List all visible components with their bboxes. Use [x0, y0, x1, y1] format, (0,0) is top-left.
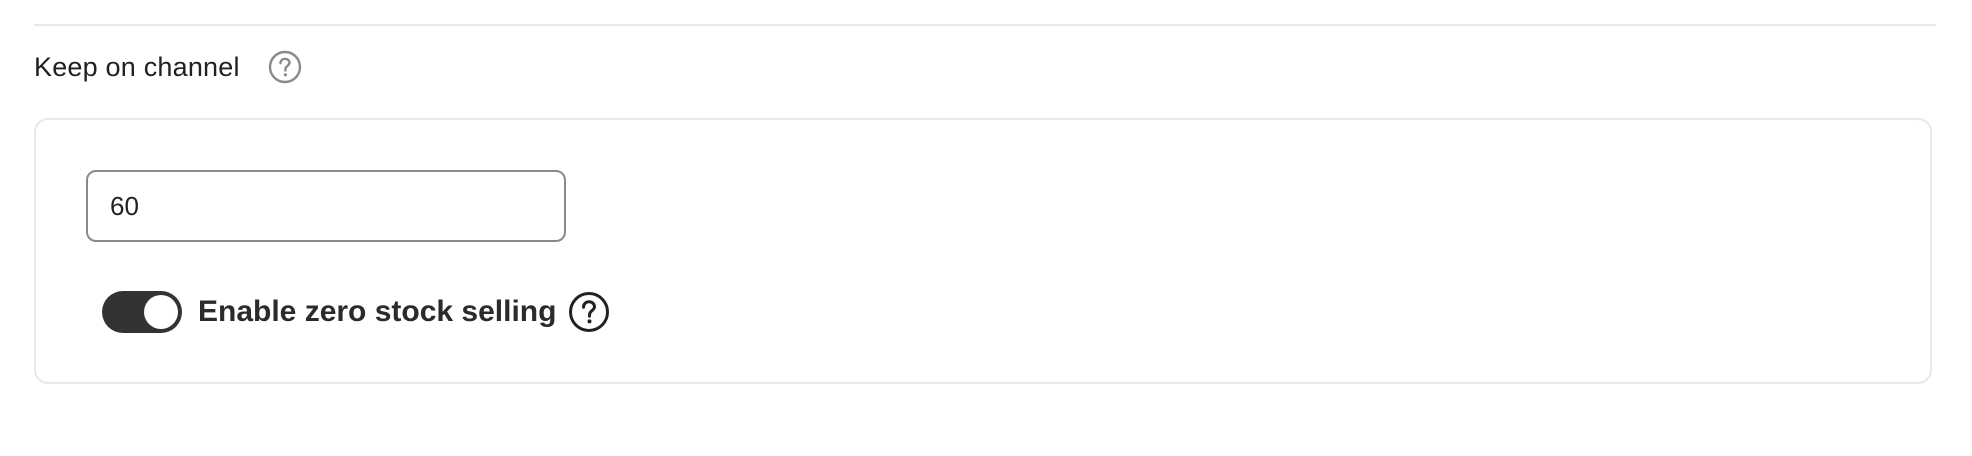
section-header: Keep on channel	[34, 46, 302, 88]
zero-stock-toggle[interactable]	[102, 291, 182, 333]
section-title: Keep on channel	[34, 51, 240, 82]
zero-stock-label: Enable zero stock selling	[198, 295, 557, 328]
keep-on-channel-input[interactable]	[86, 170, 566, 242]
zero-stock-row: Enable zero stock selling	[102, 288, 610, 336]
top-divider	[34, 24, 1936, 26]
toggle-knob	[144, 295, 178, 329]
question-circle-icon[interactable]	[268, 50, 302, 84]
keep-on-channel-card: Enable zero stock selling	[34, 118, 1932, 384]
question-circle-icon[interactable]	[568, 291, 610, 333]
